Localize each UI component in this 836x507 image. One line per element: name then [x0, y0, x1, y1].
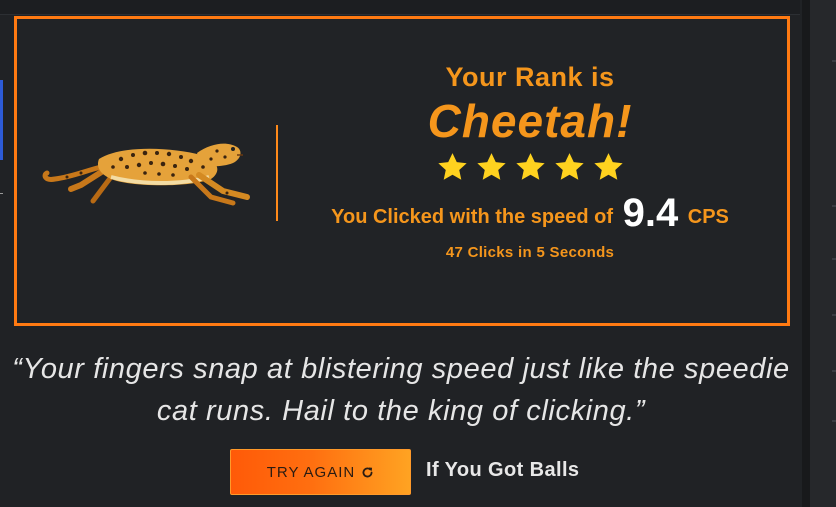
top-bar: [0, 0, 800, 15]
cps-value: 9.4: [622, 191, 679, 235]
cps-unit: CPS: [687, 206, 729, 228]
star-icon: [476, 153, 506, 180]
rank-title: Your Rank is: [445, 62, 615, 92]
scrollbar[interactable]: [802, 0, 810, 507]
speed-prefix: You Clicked with the speed of: [331, 206, 614, 228]
rank-block: Your Rank is Cheetah! You Clicked with t…: [295, 59, 765, 261]
star-icon: [593, 153, 623, 180]
try-again-label: TRY AGAIN: [266, 463, 356, 481]
rating-stars: [295, 151, 765, 187]
star-icon: [437, 153, 467, 180]
result-panel: Your Rank is Cheetah! You Clicked with t…: [14, 16, 790, 326]
clicks-summary: 47 Clicks in 5 Seconds: [445, 244, 615, 261]
speed-line: You Clicked with the speed of 9.4 CPS: [295, 191, 765, 236]
cps-result-page: Your Rank is Cheetah! You Clicked with t…: [0, 0, 836, 507]
cheetah-icon: [41, 137, 265, 209]
try-again-button[interactable]: TRY AGAIN: [230, 449, 411, 495]
quote-line-2: cat runs. Hail to the king of clicking.”: [156, 395, 646, 427]
left-sidebar-marker: [0, 193, 3, 194]
star-icon: [515, 153, 545, 180]
quote-line-1: “Your fingers snap at blistering speed j…: [12, 353, 790, 385]
star-icon: [554, 153, 584, 180]
left-sidebar-accent: [0, 80, 3, 160]
right-panel-edge: [810, 0, 836, 507]
refresh-icon: [362, 466, 373, 477]
balls-challenge-link[interactable]: If You Got Balls: [426, 459, 579, 482]
rank-name: Cheetah!: [427, 95, 633, 147]
rank-quote: “Your fingers snap at blistering speed j…: [0, 348, 802, 432]
panel-divider: [276, 125, 278, 221]
